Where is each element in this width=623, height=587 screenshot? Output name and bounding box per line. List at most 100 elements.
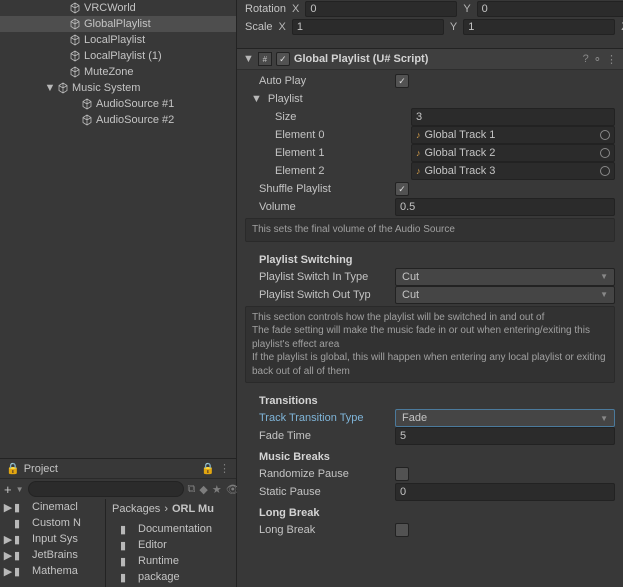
object-picker-icon[interactable] xyxy=(600,130,610,140)
size-field[interactable] xyxy=(411,108,615,126)
hierarchy-item[interactable]: AudioSource #2 xyxy=(0,112,236,128)
folder-icon: ▮ xyxy=(14,565,28,578)
scale-x-field[interactable] xyxy=(292,19,444,35)
hierarchy-item[interactable]: MuteZone xyxy=(0,64,236,80)
element-field[interactable]: ♪ Global Track 1 xyxy=(411,126,615,144)
foldout-icon[interactable]: ▶ xyxy=(2,565,14,578)
hierarchy-item[interactable]: LocalPlaylist (1) xyxy=(0,48,236,64)
preset-icon[interactable]: ⚬ xyxy=(593,53,602,66)
randomize-pause-checkbox[interactable] xyxy=(395,467,409,481)
hierarchy-item[interactable]: VRCWorld xyxy=(0,0,236,16)
rotation-y-field[interactable] xyxy=(477,1,623,17)
hierarchy-item-label: Music System xyxy=(72,82,140,94)
menu-icon[interactable]: ⋮ xyxy=(219,462,230,475)
project-search-input[interactable] xyxy=(28,481,184,497)
hierarchy-panel: VRCWorld GlobalPlaylistLocalPlaylistLocal… xyxy=(0,0,236,458)
folder-icon: ▮ xyxy=(120,555,134,568)
project-tree-item[interactable]: ▶▮Input Sys xyxy=(0,531,105,547)
section-title: Long Break xyxy=(237,501,623,521)
rotation-x-field[interactable] xyxy=(305,1,457,17)
hierarchy-item-label: AudioSource #2 xyxy=(96,114,174,126)
fade-time-field[interactable] xyxy=(395,427,615,445)
transition-type-dropdown[interactable]: Fade▼ xyxy=(395,409,615,427)
foldout-icon[interactable]: ▶ xyxy=(2,549,14,562)
component-header[interactable]: ▼ # Global Playlist (U# Script) ? ⚬ ⋮ xyxy=(237,48,623,70)
volume-field[interactable] xyxy=(395,198,615,216)
foldout-icon[interactable]: ▼ xyxy=(243,53,254,65)
foldout-icon[interactable]: ▶ xyxy=(2,533,14,546)
foldout-icon[interactable]: ▼ xyxy=(44,82,56,94)
lock-icon[interactable]: 🔒 xyxy=(6,462,20,475)
hierarchy-item-label: VRCWorld xyxy=(84,2,136,14)
component-enabled-checkbox[interactable] xyxy=(276,52,290,66)
hierarchy-item-label: MuteZone xyxy=(84,66,134,78)
object-picker-icon[interactable] xyxy=(600,148,610,158)
breadcrumb-item[interactable]: ORL Mu xyxy=(172,503,214,515)
folder-icon: ▮ xyxy=(120,539,134,552)
project-tree-item[interactable]: ▶▮Cinemacl xyxy=(0,499,105,515)
project-tree-item[interactable]: ▶▮ Mathema xyxy=(0,563,105,579)
long-break-label: Long Break xyxy=(259,524,389,536)
shuffle-checkbox[interactable] xyxy=(395,182,409,196)
long-break-checkbox[interactable] xyxy=(395,523,409,537)
add-dropdown-icon[interactable]: ▼ xyxy=(16,485,24,494)
transition-type-label: Track Transition Type xyxy=(259,412,389,424)
foldout-icon[interactable]: ▶ xyxy=(2,501,14,514)
folder-label: package xyxy=(138,571,180,583)
audioclip-icon: ♪ xyxy=(416,166,421,176)
hierarchy-item[interactable]: GlobalPlaylist xyxy=(0,16,236,32)
breadcrumb-item[interactable]: Packages xyxy=(112,503,160,515)
element-value: Global Track 2 xyxy=(425,147,496,159)
element-value: Global Track 1 xyxy=(425,129,496,141)
switch-out-label: Playlist Switch Out Typ xyxy=(259,289,389,301)
tree-item-label: Input Sys xyxy=(32,533,78,545)
element-field[interactable]: ♪Global Track 3 xyxy=(411,162,615,180)
axis-x-label: X xyxy=(279,21,286,33)
folder-item[interactable]: ▮Editor xyxy=(106,537,236,553)
tree-item-label: Mathema xyxy=(32,565,78,577)
tree-item-label: JetBrains xyxy=(32,549,78,561)
add-button[interactable]: + xyxy=(4,482,12,497)
element-field[interactable]: ♪Global Track 2 xyxy=(411,144,615,162)
gameobject-icon xyxy=(56,81,70,95)
foldout-icon[interactable]: ▼ xyxy=(251,93,262,105)
switch-in-dropdown[interactable]: Cut▼ xyxy=(395,268,615,286)
hierarchy-item[interactable]: LocalPlaylist xyxy=(0,32,236,48)
lock-icon-2[interactable]: 🔒 xyxy=(201,462,215,475)
gameobject-icon xyxy=(68,17,82,31)
folder-item[interactable]: ▮ Runtime xyxy=(106,553,236,569)
gameobject-icon xyxy=(68,65,82,79)
project-tab[interactable]: Project xyxy=(24,463,58,475)
object-picker-icon[interactable] xyxy=(600,166,610,176)
scale-y-field[interactable] xyxy=(463,19,615,35)
project-tree-item[interactable]: ▮Custom N xyxy=(0,515,105,531)
help-icon[interactable]: ? xyxy=(583,53,589,65)
breadcrumb[interactable]: Packages › ORL Mu xyxy=(106,499,236,519)
static-pause-label: Static Pause xyxy=(259,486,389,498)
project-tree-item[interactable]: ▶▮JetBrains xyxy=(0,547,105,563)
section-title: Music Breaks xyxy=(237,445,623,465)
project-panel: 🔒 Project 🔒 ⋮ + ▼ ⧉ ◆ ★ 👁 2 ▶▮Cinemacl▮C… xyxy=(0,458,236,587)
folder-item[interactable]: ▮Documentation xyxy=(106,521,236,537)
component-title: Global Playlist (U# Script) xyxy=(294,53,428,65)
folder-item[interactable]: ▮ package xyxy=(106,569,236,585)
favorite-icon[interactable]: ★ xyxy=(212,481,222,497)
menu-icon[interactable]: ⋮ xyxy=(606,53,617,66)
shuffle-label: Shuffle Playlist xyxy=(259,183,389,195)
axis-x-label: X xyxy=(292,3,299,15)
audioclip-icon: ♪ xyxy=(416,130,421,140)
filter-icon[interactable]: ⧉ xyxy=(188,481,196,497)
switch-out-dropdown[interactable]: Cut▼ xyxy=(395,286,615,304)
label-icon[interactable]: ◆ xyxy=(199,481,207,497)
folder-icon: ▮ xyxy=(120,571,134,584)
folder-icon: ▮ xyxy=(120,523,134,536)
autoplay-checkbox[interactable] xyxy=(395,74,409,88)
static-pause-field[interactable] xyxy=(395,483,615,501)
hierarchy-item[interactable]: ▼ Music System xyxy=(0,80,236,96)
folder-icon: ▮ xyxy=(14,501,28,514)
hierarchy-item[interactable]: AudioSource #1 xyxy=(0,96,236,112)
scale-label: Scale xyxy=(245,21,273,33)
folder-label: Runtime xyxy=(138,555,179,567)
element-label: Element 0 xyxy=(275,129,405,141)
tree-item-label: Custom N xyxy=(32,517,81,529)
